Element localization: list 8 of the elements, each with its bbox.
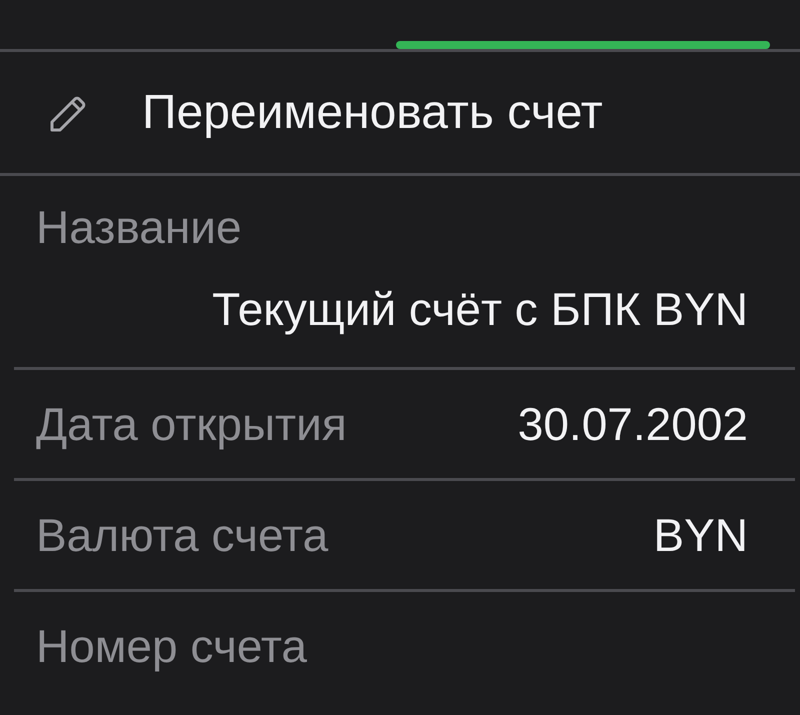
rename-account-button[interactable]: Переименовать счет xyxy=(142,85,603,140)
field-value: Текущий счёт с БПК BYN xyxy=(212,282,748,336)
field-label: Дата открытия xyxy=(36,397,347,451)
field-value: BYN xyxy=(653,508,748,562)
field-value: 30.07.2002 xyxy=(518,397,748,451)
field-label: Название xyxy=(36,200,243,254)
field-label: Валюта счета xyxy=(36,508,328,562)
field-label: Номер счета xyxy=(36,619,308,673)
